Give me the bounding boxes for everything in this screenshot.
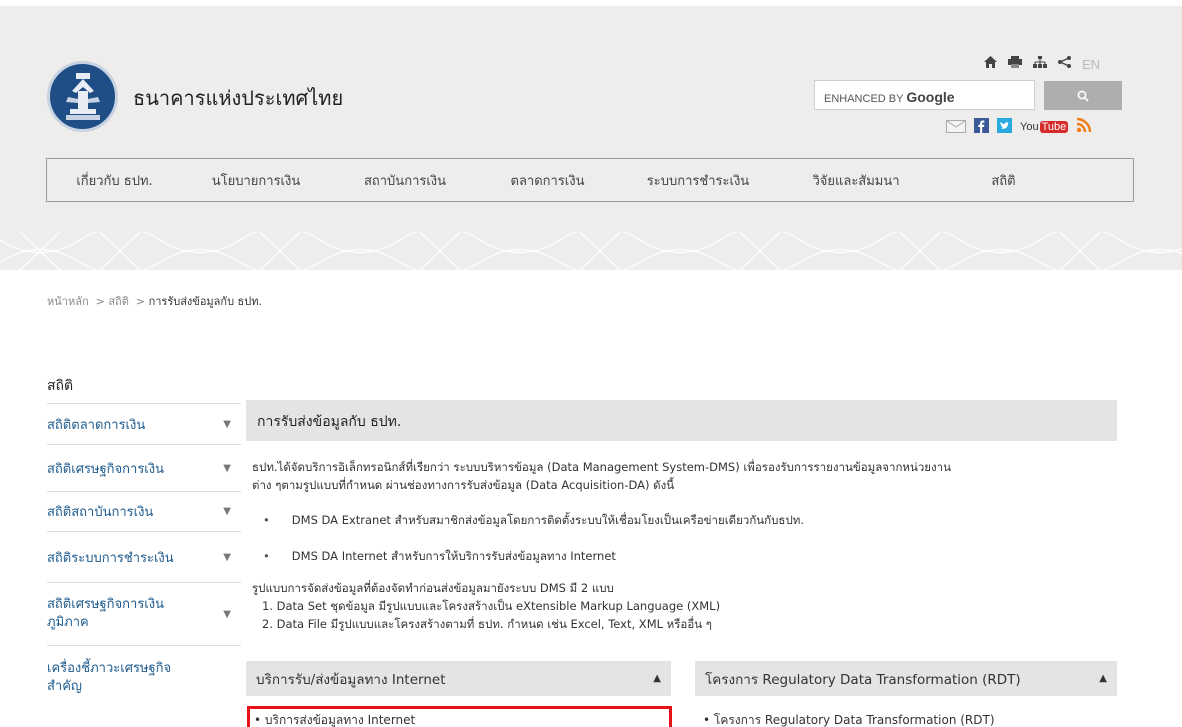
search-button[interactable] (1044, 81, 1122, 110)
sidebar-item-label: สถิติเศรษฐกิจการเงิน (47, 461, 164, 477)
sidebar-nav: สถิติตลาดการเงิน ▼ สถิติเศรษฐกิจการเงิน … (47, 403, 241, 705)
format-item: 2. Data File มีรูปแบบและโครงสร้างตามที่ … (262, 617, 712, 631)
breadcrumb: หน้าหลัก > สถิติ > การรับส่งข้อมูลกับ ธป… (47, 292, 262, 310)
breadcrumb-home[interactable]: หน้าหลัก (47, 295, 89, 308)
chevron-up-icon: ▲ (653, 673, 661, 684)
sidebar-item-financial-institution-stats[interactable]: สถิติสถาบันการเงิน ▼ (47, 491, 241, 531)
sidebar-item-monetary-economic-stats[interactable]: สถิติเศรษฐกิจการเงิน ▼ (47, 444, 241, 491)
search-placeholder-prefix: ENHANCED BY (824, 93, 904, 105)
twitter-icon[interactable] (997, 117, 1012, 137)
internet-service-panel-title: บริการรับ/ส่งข้อมูลทาง Internet (256, 671, 446, 688)
highlight-box (247, 706, 672, 727)
rdt-panel-header[interactable]: โครงการ Regulatory Data Transformation (… (695, 661, 1117, 696)
youtube-icon[interactable]: You Tube (1020, 121, 1069, 133)
sidebar-item-label: สถิติระบบการชำระเงิน (47, 550, 174, 566)
sitemap-icon[interactable] (1033, 56, 1047, 72)
internet-service-panel-header[interactable]: บริการรับ/ส่งข้อมูลทาง Internet ▲ (246, 661, 671, 696)
sidebar-item-label: เครื่องชี้ภาวะเศรษฐกิจ (47, 661, 172, 676)
search-icon (1077, 90, 1089, 102)
chevron-down-icon: ▼ (223, 418, 231, 430)
nav-item-statistics[interactable]: สถิติ (931, 159, 1076, 201)
youtube-label-tube: Tube (1039, 121, 1069, 133)
nav-item-payment-systems[interactable]: ระบบการชำระเงิน (615, 159, 781, 201)
main-nav: เกี่ยวกับ ธปท. นโยบายการเงิน สถาบันการเง… (46, 158, 1134, 202)
decorative-pattern-band (0, 232, 1182, 270)
list-item: DMS DA Internet สำหรับการให้บริการรับส่ง… (263, 548, 616, 566)
breadcrumb-separator: > (135, 295, 146, 308)
nav-item-research[interactable]: วิจัยและสัมมนา (781, 159, 931, 201)
sidebar-heading: สถิติ (47, 378, 74, 394)
intro-line-1: ธปท.ได้จัดบริการอิเล็กทรอนิกส์ที่เรียกว่… (252, 460, 951, 474)
sidebar-item-regional-economic-stats[interactable]: สถิติเศรษฐกิจการเงิน ภูมิภาค ▼ (47, 582, 241, 645)
format-intro: รูปแบบการจัดส่งข้อมูลที่ต้องจัดทำก่อนส่ง… (252, 581, 614, 595)
intro-line-2: ต่าง ๆตามรูปแบบที่กำหนด ผ่านช่องทางการรั… (252, 478, 675, 492)
list-item: DMS DA Extranet สำหรับสมาชิกส่งข้อมูลโดย… (263, 512, 804, 530)
home-icon[interactable] (984, 56, 997, 72)
nav-item-financial-markets[interactable]: ตลาดการเงิน (480, 159, 615, 201)
chevron-up-icon: ▲ (1099, 673, 1107, 684)
chevron-down-icon: ▼ (223, 506, 231, 517)
rdt-link[interactable]: • โครงการ Regulatory Data Transformation… (703, 711, 995, 727)
garuda-emblem-icon (65, 72, 100, 120)
rdt-panel-title: โครงการ Regulatory Data Transformation (… (705, 671, 1021, 688)
sidebar-item-label-line2: สำคัญ (47, 679, 83, 694)
print-icon[interactable] (1008, 56, 1022, 72)
search-input[interactable]: ENHANCED BY Google (814, 80, 1035, 110)
nav-item-monetary-policy[interactable]: นโยบายการเงิน (182, 159, 330, 201)
nav-item-financial-institutions[interactable]: สถาบันการเงิน (330, 159, 480, 201)
utility-bar: EN (984, 56, 1100, 72)
breadcrumb-statistics[interactable]: สถิติ (108, 295, 129, 308)
nav-item-about[interactable]: เกี่ยวกับ ธปท. (47, 159, 182, 201)
google-brand: Google (906, 89, 955, 105)
bot-logo[interactable] (47, 61, 118, 132)
email-icon[interactable] (946, 118, 966, 137)
sidebar-item-key-indicators[interactable]: เครื่องชี้ภาวะเศรษฐกิจ สำคัญ (47, 645, 241, 705)
facebook-icon[interactable] (974, 117, 989, 137)
sidebar-item-label: สถิติสถาบันการเงิน (47, 505, 154, 520)
sidebar-item-payment-system-stats[interactable]: สถิติระบบการชำระเงิน ▼ (47, 531, 241, 582)
share-icon[interactable] (1058, 56, 1071, 72)
site-title[interactable]: ธนาคารแห่งประเทศไทย (133, 82, 343, 114)
social-links: You Tube (946, 117, 1092, 137)
chevron-down-icon: ▼ (223, 608, 231, 620)
chevron-down-icon: ▼ (223, 462, 231, 474)
sidebar-item-label-line2: ภูมิภาค (47, 615, 89, 630)
breadcrumb-separator: > (95, 295, 105, 308)
chevron-down-icon: ▼ (223, 551, 231, 563)
breadcrumb-current: การรับส่งข้อมูลกับ ธปท. (148, 295, 262, 308)
page-title: การรับส่งข้อมูลกับ ธปท. (246, 400, 1117, 441)
sidebar-item-financial-market-stats[interactable]: สถิติตลาดการเงิน ▼ (47, 403, 241, 444)
rss-icon[interactable] (1076, 117, 1092, 137)
format-item: 1. Data Set ชุดข้อมูล มีรูปแบบและโครงสร้… (262, 599, 721, 613)
language-en-link[interactable]: EN (1082, 57, 1100, 72)
youtube-label-you: You (1020, 121, 1039, 133)
sidebar-item-label: สถิติเศรษฐกิจการเงิน (47, 597, 164, 612)
sidebar-item-label: สถิติตลาดการเงิน (47, 417, 146, 433)
